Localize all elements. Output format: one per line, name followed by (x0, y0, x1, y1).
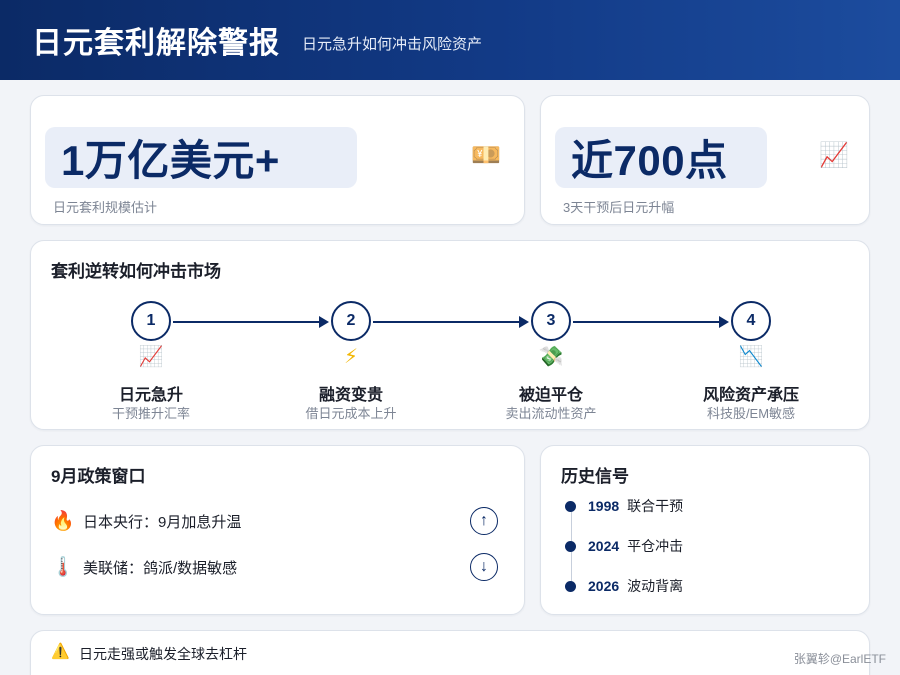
arrow-down-icon: ↓ (470, 553, 498, 581)
arrow-right-icon (719, 316, 729, 328)
step-desc: 科技股/EM敏感 (706, 406, 796, 421)
warning-text: 日元走强或触发全球去杠杆 (79, 646, 247, 662)
timeline-item: 2024 平仓冲击 (565, 536, 683, 556)
stat-label: 日元套利规模估计 (53, 200, 158, 215)
timeline-year: 1998 (588, 498, 620, 514)
timeline-dot (565, 500, 576, 512)
page-title: 日元套利解除警报 (32, 27, 280, 60)
stat-value-box: 近700点 (555, 127, 767, 188)
step-number-2: 2 (331, 301, 371, 341)
lightning-icon: ⚡ (343, 346, 359, 368)
timeline-dot (565, 580, 576, 592)
timeline-year: 2024 (588, 538, 620, 554)
policy-item-boj: 🔥 日本央行：9月加息升温 (51, 506, 241, 536)
timeline-text: 联合干预 (627, 498, 684, 514)
stat-value: 1万亿美元+ (61, 137, 280, 184)
step-number-3: 3 (531, 301, 571, 341)
stat-label: 3天干预后日元升幅 (563, 200, 675, 215)
flow-connector (173, 321, 321, 323)
timeline-text: 平仓冲击 (627, 538, 684, 554)
chart-down-icon: 📉 (738, 346, 764, 368)
step-desc: 干预推升汇率 (111, 406, 190, 421)
stat-card-yen-rise: 近700点 📈 3天干预后日元升幅 (540, 95, 870, 225)
history-title: 历史信号 (561, 467, 629, 486)
policy-item-text: 日本央行：9月加息升温 (83, 513, 242, 531)
timeline-dot (565, 540, 576, 552)
policy-item-text: 美联储：鸽派/数据敏感 (83, 559, 238, 577)
policy-item-fed: 🌡️ 美联储：鸽派/数据敏感 (51, 552, 237, 582)
page-subtitle: 日元急升如何冲击风险资产 (302, 35, 483, 53)
step-title: 风险资产承压 (702, 387, 799, 404)
header-banner: 日元套利解除警报 日元急升如何冲击风险资产 (0, 0, 900, 80)
chart-up-icon: 📈 (819, 142, 849, 169)
step-desc: 卖出流动性资产 (505, 406, 597, 421)
stat-value-box: 1万亿美元+ (45, 127, 357, 188)
timeline-item: 2026 波动背离 (565, 576, 683, 596)
thermometer-icon: 🌡️ (51, 556, 75, 578)
flow-connector (373, 321, 521, 323)
money-icon: 💴 (471, 142, 501, 169)
stat-card-carry-size: 1万亿美元+ 💴 日元套利规模估计 (30, 95, 525, 225)
money-wings-icon: 💸 (538, 346, 564, 368)
author-watermark: 张翼轸@EarlETF (793, 652, 886, 666)
arrow-right-icon (319, 316, 329, 328)
fire-icon: 🔥 (51, 510, 75, 532)
step-title: 日元急升 (118, 387, 183, 404)
policy-title: 9月政策窗口 (51, 467, 146, 486)
policy-card: 9月政策窗口 🔥 日本央行：9月加息升温 ↑ 🌡️ 美联储：鸽派/数据敏感 ↓ (30, 445, 525, 615)
arrow-right-icon (519, 316, 529, 328)
flow-card: 套利逆转如何冲击市场 1 📈 日元急升 干预推升汇率 2 ⚡ 融资变贵 借日元成… (30, 240, 870, 430)
arrow-up-icon: ↑ (470, 507, 498, 535)
step-title: 融资变贵 (318, 387, 383, 404)
stat-value: 近700点 (571, 137, 728, 184)
chart-up-icon: 📈 (138, 346, 164, 368)
step-desc: 借日元成本上升 (305, 406, 397, 421)
history-card: 历史信号 1998 联合干预 2024 平仓冲击 2026 波动背离 (540, 445, 870, 615)
timeline-year: 2026 (588, 578, 620, 594)
timeline-item: 1998 联合干预 (565, 496, 683, 516)
step-number-1: 1 (131, 301, 171, 341)
step-title: 被迫平仓 (518, 387, 583, 404)
flow-connector (573, 321, 721, 323)
warning-icon: ⚠️ (51, 643, 70, 660)
timeline-text: 波动背离 (627, 578, 684, 594)
flow-title: 套利逆转如何冲击市场 (51, 262, 221, 281)
warning-banner: ⚠️ 日元走强或触发全球去杠杆 (30, 630, 870, 675)
step-number-4: 4 (731, 301, 771, 341)
